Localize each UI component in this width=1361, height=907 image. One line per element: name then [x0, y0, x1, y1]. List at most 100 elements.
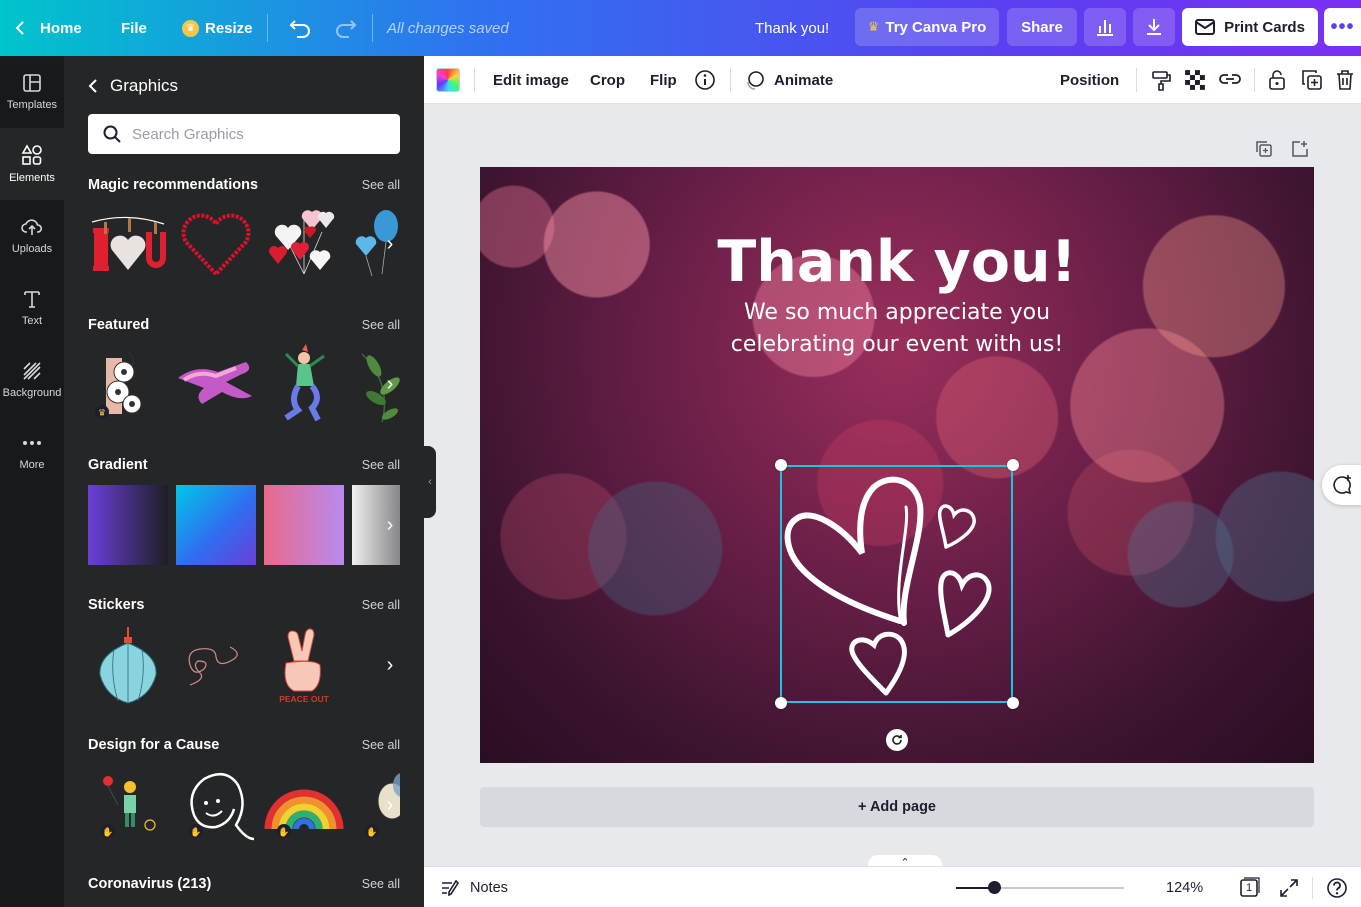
copy-page-button[interactable] [1253, 138, 1275, 160]
see-all-link[interactable]: See all [362, 178, 400, 192]
design-canvas[interactable]: Thank you! We so much appreciate you cel… [480, 167, 1314, 763]
help-button[interactable] [1326, 867, 1348, 907]
envelope-icon [1195, 19, 1216, 35]
left-rail: Templates Elements Uploads Text Backgrou… [0, 56, 64, 907]
zoom-percent[interactable]: 124% [1166, 867, 1203, 907]
crop-button[interactable]: Crop [590, 56, 625, 104]
collapse-panel-button[interactable]: ‹ [424, 446, 436, 518]
lock-button[interactable] [1267, 56, 1287, 104]
share-button[interactable]: Share [1007, 8, 1077, 46]
file-menu[interactable]: File [121, 0, 147, 56]
rail-label: Templates [6, 99, 58, 111]
rail-item-templates[interactable]: Templates [0, 56, 64, 128]
document-title[interactable]: Thank you! [755, 0, 829, 56]
search-input[interactable] [132, 125, 382, 143]
next-arrow-icon[interactable]: › [380, 509, 400, 541]
i-love-you-graphic[interactable] [88, 204, 168, 284]
expand-icon [1280, 878, 1298, 897]
info-button[interactable] [694, 56, 716, 104]
gradient-purple-black[interactable] [88, 485, 168, 565]
undo-button[interactable] [288, 0, 312, 56]
try-canva-pro-button[interactable]: ♛ Try Canva Pro [855, 8, 999, 46]
pink-swoosh-graphic[interactable] [176, 344, 256, 424]
child-balloon-graphic[interactable]: ✋ [88, 765, 168, 845]
comment-add-icon [1333, 475, 1352, 495]
squiggle-sticker[interactable] [176, 625, 256, 705]
gradient-cyan-blue[interactable] [176, 485, 256, 565]
bottom-bar: Notes 124% 1 [424, 866, 1361, 907]
rail-item-uploads[interactable]: Uploads [0, 200, 64, 272]
rail-label: More [19, 459, 45, 471]
animate-icon [747, 71, 764, 90]
resize-handle-bottom-left[interactable] [775, 697, 787, 709]
rainbow-graphic[interactable]: ✋ [264, 765, 344, 845]
rail-item-text[interactable]: Text [0, 272, 64, 344]
peace-out-sticker[interactable]: PEACE OUT [264, 625, 344, 705]
copy-icon [1256, 141, 1272, 157]
color-picker-button[interactable] [436, 68, 460, 92]
ornament-sticker[interactable] [88, 625, 168, 705]
resize-handle-top-left[interactable] [775, 459, 787, 471]
see-all-link[interactable]: See all [362, 598, 400, 612]
gradient-pink-lilac[interactable] [264, 485, 344, 565]
resize-handle-bottom-right[interactable] [1007, 697, 1019, 709]
edit-image-button[interactable]: Edit image [493, 56, 569, 104]
search-box[interactable] [88, 114, 400, 154]
dancing-person-graphic[interactable] [264, 344, 344, 424]
duplicate-button[interactable] [1301, 56, 1323, 104]
insights-button[interactable] [1084, 8, 1126, 46]
rail-item-elements[interactable]: Elements [0, 128, 64, 200]
zoom-slider-handle[interactable] [988, 881, 1002, 894]
resize-handle-top-right[interactable] [1007, 459, 1019, 471]
redo-button[interactable] [334, 0, 358, 56]
section-title: Gradient [88, 457, 148, 473]
flip-button[interactable]: Flip [650, 56, 677, 104]
home-button[interactable]: Home [14, 0, 82, 56]
rail-item-background[interactable]: Background [0, 344, 64, 416]
see-all-link[interactable]: See all [362, 877, 400, 891]
add-page-icon-button[interactable] [1289, 138, 1311, 160]
zoom-slider[interactable] [956, 887, 1124, 889]
see-all-link[interactable]: See all [362, 318, 400, 332]
position-button[interactable]: Position [1060, 56, 1119, 104]
page-count-button[interactable]: 1 [1238, 867, 1260, 907]
smiling-face-graphic[interactable]: ✋ [176, 765, 256, 845]
notes-icon [442, 879, 460, 896]
next-arrow-icon[interactable]: › [380, 789, 400, 821]
panel-header[interactable]: Graphics [88, 74, 178, 98]
fullscreen-button[interactable] [1279, 867, 1299, 907]
add-page-button[interactable]: + Add page [480, 787, 1314, 827]
next-arrow-icon[interactable]: › [380, 368, 400, 400]
next-arrow-icon[interactable]: › [380, 228, 400, 260]
rail-item-more[interactable]: More [0, 416, 64, 488]
svg-text:✋: ✋ [278, 826, 289, 837]
download-button[interactable] [1133, 8, 1175, 46]
top-bar: Home File ♛ Resize All changes saved Tha… [0, 0, 1361, 56]
rail-label: Elements [9, 172, 55, 184]
back-arrow-icon[interactable] [88, 78, 98, 94]
rotate-handle[interactable] [886, 729, 908, 751]
animate-button[interactable]: Animate [744, 56, 833, 104]
more-options-button[interactable]: ••• [1324, 8, 1361, 46]
delete-button[interactable] [1335, 56, 1355, 104]
floral-letter-graphic[interactable]: ♛ [88, 344, 168, 424]
card-subtitle[interactable]: We so much appreciate you celebrating ou… [480, 297, 1314, 361]
notes-button[interactable]: Notes [440, 867, 508, 907]
card-title[interactable]: Thank you! [480, 229, 1314, 295]
heart-balloons-graphic[interactable] [264, 204, 344, 284]
see-all-link[interactable]: See all [362, 738, 400, 752]
link-button[interactable] [1218, 56, 1242, 104]
resize-button[interactable]: ♛ Resize [182, 0, 253, 56]
sticker-caption: PEACE OUT [279, 694, 329, 704]
paint-format-button[interactable] [1150, 56, 1172, 104]
section-header: Design for a Cause See all [88, 737, 400, 753]
transparency-button[interactable] [1184, 56, 1206, 104]
red-heart-outline-graphic[interactable] [176, 204, 256, 284]
add-comment-button[interactable] [1322, 465, 1361, 505]
print-cards-button[interactable]: Print Cards [1182, 8, 1318, 46]
see-all-link[interactable]: See all [362, 458, 400, 472]
link-icon [1219, 74, 1241, 84]
svg-text:♛: ♛ [98, 408, 106, 418]
templates-icon [23, 74, 41, 92]
next-arrow-icon[interactable]: › [380, 649, 400, 681]
